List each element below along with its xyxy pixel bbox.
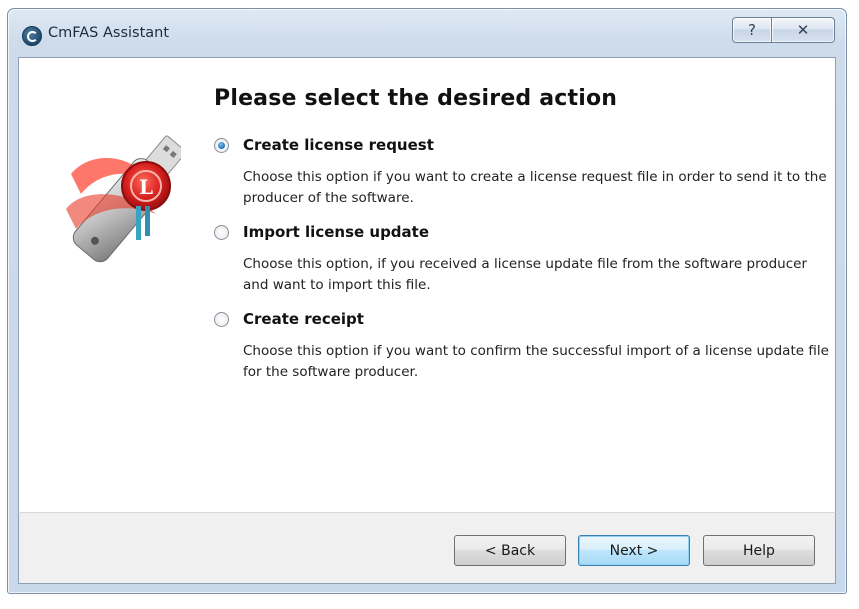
title-bar[interactable]: CmFAS Assistant ? ✕ [8,9,846,59]
option-label[interactable]: Import license update [243,223,429,241]
radio-import-license-update[interactable] [214,225,229,240]
option-label[interactable]: Create receipt [243,310,364,328]
option-description: Choose this option if you want to create… [243,169,827,206]
codemeter-icon [22,26,42,46]
option-description: Choose this option if you want to confir… [243,343,829,380]
close-icon: ✕ [796,21,810,39]
radio-create-license-request[interactable] [214,138,229,153]
option-label[interactable]: Create license request [243,136,434,154]
window-title: CmFAS Assistant [48,25,170,41]
option-description: Choose this option, if you received a li… [243,256,808,293]
usb-license-key-icon: L [66,135,181,263]
page-heading: Please select the desired action [214,86,618,111]
help-caption-button[interactable]: ? [732,17,772,43]
back-button[interactable]: < Back [454,535,566,566]
help-button[interactable]: Help [703,535,815,566]
button-bar: < Back Next > Help [18,512,836,584]
question-mark-icon: ? [748,21,756,39]
dialog-window: CmFAS Assistant ? ✕ L Please select the … [7,8,847,594]
next-button[interactable]: Next > [578,535,690,566]
content-panel: L Please select the desired action Creat… [18,57,836,513]
radio-create-receipt[interactable] [214,312,229,327]
svg-text:L: L [139,175,153,199]
close-button[interactable]: ✕ [771,17,835,43]
